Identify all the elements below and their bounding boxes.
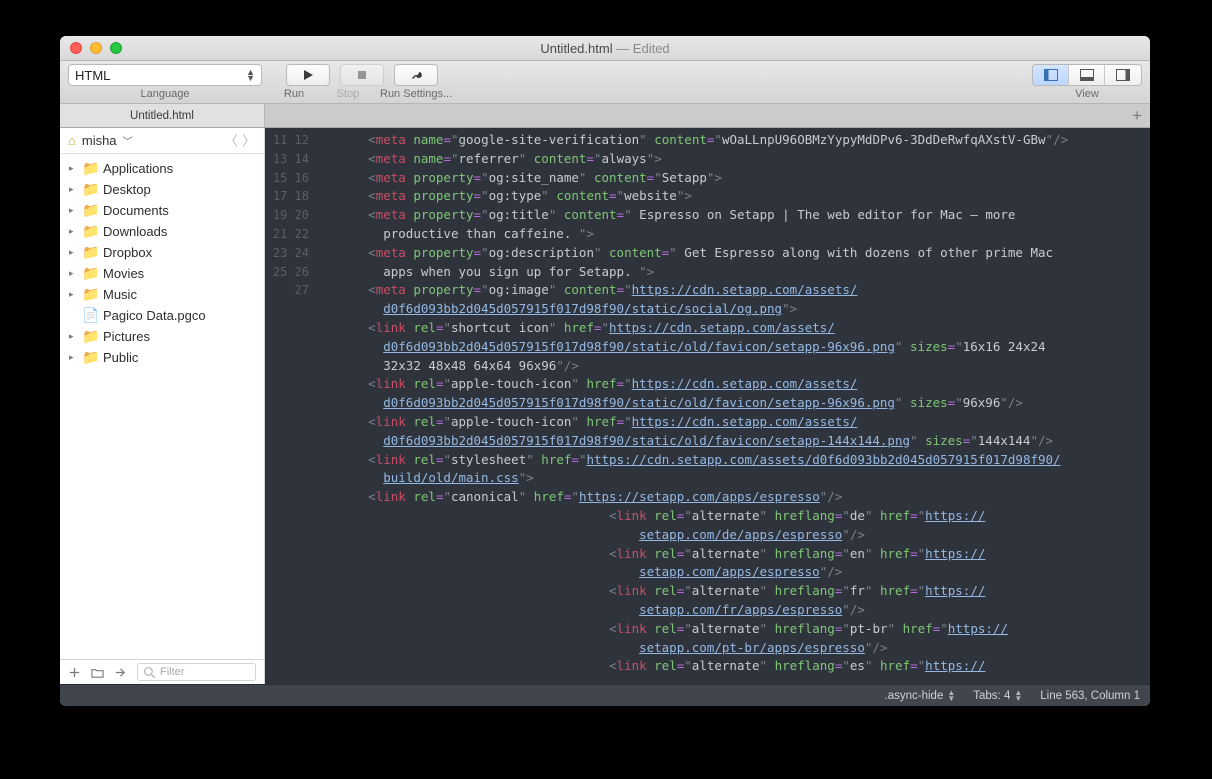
play-icon bbox=[302, 69, 314, 81]
tree-item[interactable]: 📄Pagico Data.pgco bbox=[60, 305, 264, 326]
chevron-down-icon: ﹀ bbox=[123, 133, 133, 148]
add-icon[interactable] bbox=[68, 666, 81, 679]
run-settings-button[interactable] bbox=[394, 64, 438, 86]
tree-item[interactable]: ▸📁Pictures bbox=[60, 326, 264, 347]
view-left-pane[interactable] bbox=[1033, 65, 1069, 85]
language-select[interactable]: HTML ▲▼ bbox=[68, 64, 262, 86]
wrench-icon bbox=[410, 69, 422, 81]
nav-forward-button[interactable]: 〉 bbox=[242, 131, 256, 151]
sidebar-footer: Filter bbox=[60, 659, 264, 684]
search-icon bbox=[143, 666, 156, 679]
tree-item[interactable]: ▸📁Dropbox bbox=[60, 242, 264, 263]
updown-icon: ▲▼ bbox=[246, 69, 255, 81]
tree-item[interactable]: ▸📁Documents bbox=[60, 200, 264, 221]
code-editor[interactable]: <meta name="google-site-verification" co… bbox=[317, 128, 1150, 684]
nav-back-button[interactable]: 〈 bbox=[224, 131, 238, 151]
language-label: Language bbox=[141, 88, 190, 100]
status-bar: .async-hide▲▼ Tabs: 4▲▼ Line 563, Column… bbox=[60, 684, 1150, 706]
tree-item[interactable]: ▸📁Downloads bbox=[60, 221, 264, 242]
tree-item[interactable]: ▸📁Applications bbox=[60, 158, 264, 179]
tree-item[interactable]: ▸📁Movies bbox=[60, 263, 264, 284]
stop-icon bbox=[356, 69, 368, 81]
filter-input[interactable]: Filter bbox=[137, 663, 256, 681]
cursor-position: Line 563, Column 1 bbox=[1040, 690, 1140, 702]
line-gutter: 11 12 13 14 15 16 17 18 19 20 21 22 23 2… bbox=[265, 128, 317, 684]
app-window: Untitled.html — Edited HTML ▲▼ Language bbox=[60, 36, 1150, 706]
view-right-pane[interactable] bbox=[1105, 65, 1141, 85]
toolbar: HTML ▲▼ Language Run Stop Run Setting bbox=[60, 61, 1150, 104]
tab-width-selector[interactable]: Tabs: 4▲▼ bbox=[973, 690, 1022, 702]
traffic-lights bbox=[70, 42, 122, 54]
new-tab-button[interactable]: + bbox=[1132, 107, 1142, 125]
run-button[interactable] bbox=[286, 64, 330, 86]
action-icon[interactable] bbox=[114, 666, 127, 679]
document-tabs: Untitled.html + bbox=[60, 104, 1150, 128]
tree-item[interactable]: ▸📁Public bbox=[60, 347, 264, 368]
home-icon: ⌂ bbox=[68, 133, 76, 148]
stop-button[interactable] bbox=[340, 64, 384, 86]
tab-strip[interactable]: + bbox=[265, 104, 1150, 127]
minimize-window-button[interactable] bbox=[90, 42, 102, 54]
titlebar: Untitled.html — Edited bbox=[60, 36, 1150, 61]
path-bar[interactable]: ⌂ misha ﹀ 〈 〉 bbox=[60, 128, 264, 154]
tab-untitled[interactable]: Untitled.html bbox=[60, 104, 265, 127]
zoom-window-button[interactable] bbox=[110, 42, 122, 54]
view-segmented-control[interactable] bbox=[1032, 64, 1142, 86]
folder-tree[interactable]: ▸📁Applications▸📁Desktop▸📁Documents▸📁Down… bbox=[60, 154, 264, 659]
window-title: Untitled.html — Edited bbox=[60, 41, 1150, 56]
view-bottom-pane[interactable] bbox=[1069, 65, 1105, 85]
file-browser: ⌂ misha ﹀ 〈 〉 ▸📁Applications▸📁Desktop▸📁D… bbox=[60, 128, 265, 684]
tree-item[interactable]: ▸📁Music bbox=[60, 284, 264, 305]
close-window-button[interactable] bbox=[70, 42, 82, 54]
new-folder-icon[interactable] bbox=[91, 666, 104, 679]
scope-selector[interactable]: .async-hide▲▼ bbox=[885, 690, 956, 702]
tree-item[interactable]: ▸📁Desktop bbox=[60, 179, 264, 200]
